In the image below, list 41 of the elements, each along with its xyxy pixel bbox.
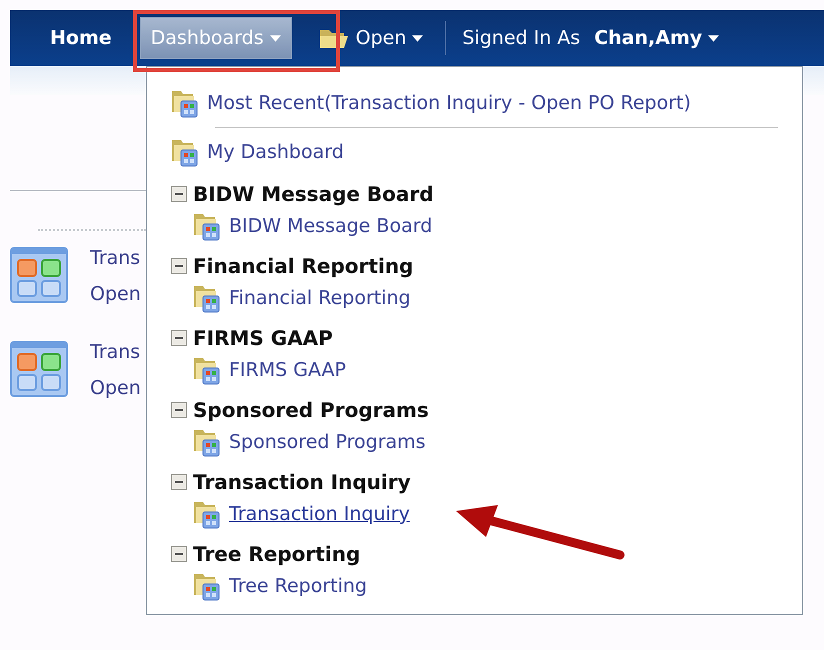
dashboard-folder-icon: [193, 283, 221, 313]
collapse-icon[interactable]: [171, 330, 187, 346]
dashboard-folder-icon: [193, 427, 221, 457]
dashboard-link[interactable]: Trans: [90, 247, 141, 269]
caret-icon: [270, 34, 281, 42]
dashboard-folder-icon: [193, 355, 221, 385]
collapse-icon[interactable]: [171, 546, 187, 562]
collapse-icon[interactable]: [171, 186, 187, 202]
menu-item[interactable]: Most Recent(Transaction Inquiry - Open PO Report): [207, 92, 691, 114]
dashboard-link[interactable]: Open: [90, 283, 141, 305]
menu-item[interactable]: BIDW Message Board: [229, 215, 432, 237]
dashboard-icon: [10, 341, 68, 397]
open-menu-button[interactable]: Open: [318, 26, 424, 50]
dashboard-link[interactable]: Open: [90, 377, 141, 399]
group-heading: BIDW Message Board: [193, 182, 434, 206]
menu-item[interactable]: Transaction Inquiry: [229, 503, 410, 525]
dashboard-folder-icon: [171, 88, 199, 118]
home-link[interactable]: Home: [50, 27, 112, 49]
collapse-icon[interactable]: [171, 258, 187, 274]
dashboard-folder-icon: [193, 499, 221, 529]
menu-item[interactable]: Sponsored Programs: [229, 431, 426, 453]
menu-item[interactable]: FIRMS GAAP: [229, 359, 346, 381]
collapse-icon[interactable]: [171, 474, 187, 490]
group-heading: Tree Reporting: [193, 542, 360, 566]
collapse-icon[interactable]: [171, 402, 187, 418]
dashboard-folder-icon: [193, 571, 221, 601]
dashboard-icon: [10, 247, 68, 303]
group-heading: Financial Reporting: [193, 254, 414, 278]
caret-icon: [412, 34, 424, 42]
user-menu-button[interactable]: Chan,Amy: [594, 27, 720, 49]
dashboard-link[interactable]: Trans: [90, 341, 141, 363]
menu-item[interactable]: Financial Reporting: [229, 287, 411, 309]
caret-icon: [708, 34, 720, 42]
group-heading: Transaction Inquiry: [193, 470, 411, 494]
signed-in-label: Signed In As: [462, 27, 580, 49]
menu-item[interactable]: My Dashboard: [207, 141, 344, 163]
dashboard-folder-icon: [193, 211, 221, 241]
dashboard-folder-icon: [171, 137, 199, 167]
group-heading: Sponsored Programs: [193, 398, 429, 422]
group-heading: FIRMS GAAP: [193, 326, 333, 350]
menu-item[interactable]: Tree Reporting: [229, 575, 367, 597]
